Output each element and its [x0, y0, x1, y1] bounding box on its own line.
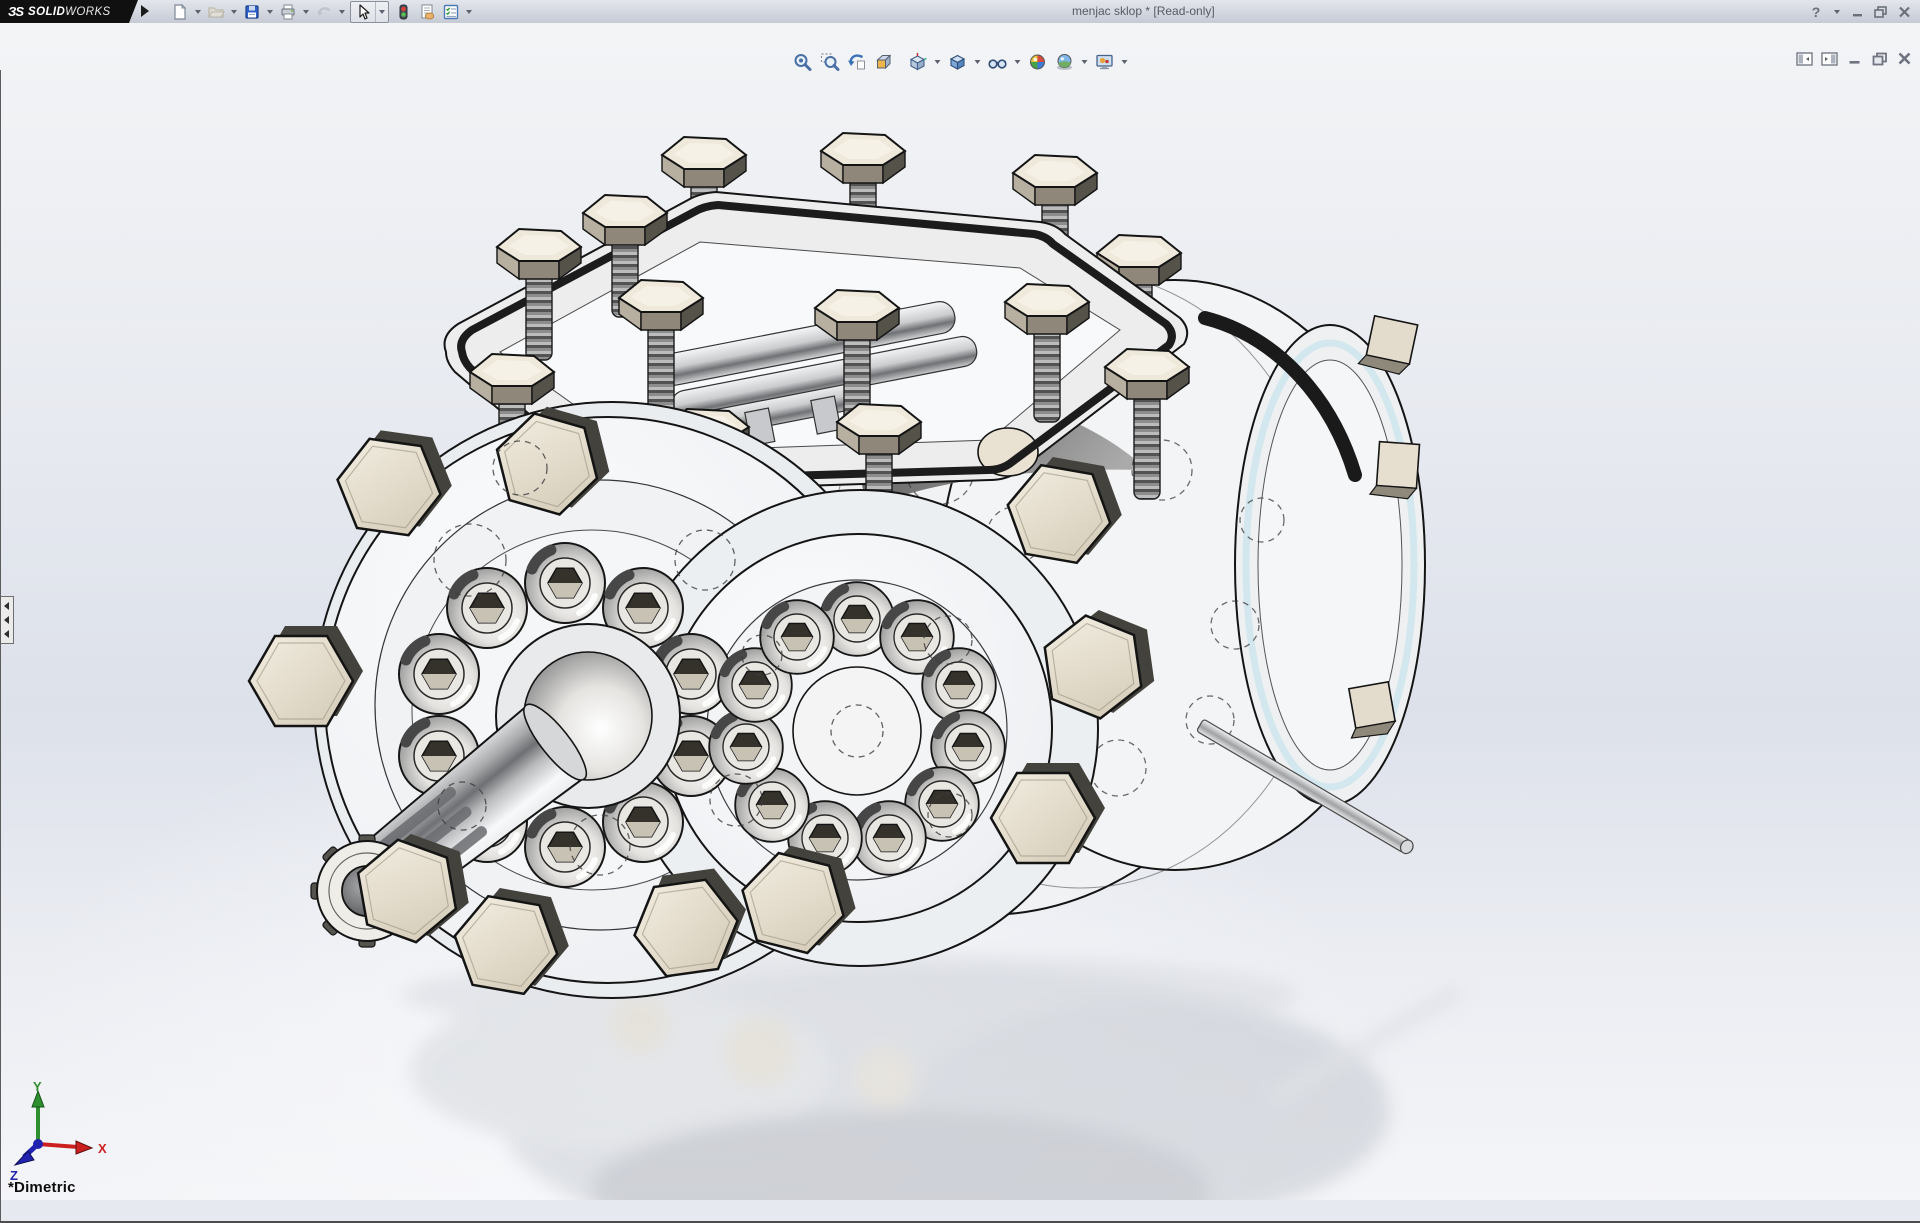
- view-orientation-dropdown[interactable]: [932, 52, 944, 72]
- eyeglasses-icon: [988, 52, 1008, 72]
- restore-document-button[interactable]: [1870, 50, 1889, 67]
- right-pane-icon: [1821, 52, 1838, 66]
- solidworks-logo-mark: ЗS: [8, 4, 23, 19]
- print-icon: [279, 3, 297, 21]
- document-window-controls: [1795, 50, 1914, 67]
- appearance-ball-icon: [1028, 52, 1048, 72]
- gearbox-assembly-model[interactable]: [0, 23, 1920, 1200]
- open-document-button[interactable]: [204, 2, 228, 22]
- restore-window-button[interactable]: [1873, 3, 1889, 21]
- save-floppy-icon: [243, 3, 261, 21]
- options-button[interactable]: [439, 2, 463, 22]
- apply-scene-button[interactable]: [1052, 51, 1078, 73]
- viewport-left-border: [0, 70, 1, 1223]
- previous-view-icon: [847, 52, 867, 72]
- title-bar: ЗS SOLID WORKS: [0, 0, 1920, 24]
- save-dropdown[interactable]: [264, 2, 276, 22]
- view-orientation-button[interactable]: [905, 51, 931, 73]
- section-view-icon: [874, 52, 894, 72]
- new-document-dropdown[interactable]: [192, 2, 204, 22]
- select-cursor-icon: [354, 3, 372, 21]
- section-view-button[interactable]: [871, 51, 897, 73]
- close-icon: [1898, 6, 1911, 18]
- open-folder-icon: [207, 3, 225, 21]
- hide-show-items-dropdown[interactable]: [1012, 52, 1024, 72]
- select-tool-button[interactable]: [351, 2, 376, 22]
- collapse-arrow-icon: [4, 602, 9, 610]
- select-tool-dropdown[interactable]: [376, 2, 388, 22]
- display-style-icon: [948, 52, 968, 72]
- solidworks-logo-text-bold: SOLID: [28, 6, 65, 18]
- collapse-arrow-icon: [4, 616, 9, 624]
- undo-dropdown[interactable]: [336, 2, 348, 22]
- minimize-document-button[interactable]: [1845, 50, 1864, 67]
- apply-scene-icon: [1055, 52, 1075, 72]
- rebuild-traffic-light-icon: [394, 3, 412, 21]
- triad-x-label: X: [98, 1141, 107, 1156]
- open-document-dropdown[interactable]: [228, 2, 240, 22]
- restore-icon: [1874, 6, 1888, 18]
- solidworks-logo: ЗS SOLID WORKS: [0, 0, 138, 23]
- close-document-button[interactable]: [1895, 50, 1914, 67]
- undo-icon: [315, 3, 333, 21]
- new-document-icon: [171, 3, 189, 21]
- solidworks-logo-text-light: WORKS: [65, 6, 110, 18]
- print-dropdown[interactable]: [300, 2, 312, 22]
- new-document-button[interactable]: [168, 2, 192, 22]
- minimize-document-icon: [1848, 52, 1862, 65]
- window-controls: ?: [1808, 0, 1912, 23]
- view-settings-button[interactable]: [1092, 51, 1118, 73]
- toggle-left-pane-button[interactable]: [1795, 50, 1814, 67]
- options-dropdown[interactable]: [463, 2, 475, 22]
- minimize-icon: [1852, 6, 1865, 18]
- zoom-to-fit-icon: [793, 52, 813, 72]
- hide-show-items-button[interactable]: [985, 51, 1011, 73]
- reference-triad: Y X Z: [6, 1081, 126, 1186]
- file-properties-button[interactable]: [415, 2, 439, 22]
- menu-flyout-arrow-icon[interactable]: [141, 5, 149, 17]
- display-style-button[interactable]: [945, 51, 971, 73]
- select-tool-group: [350, 1, 389, 23]
- window-title: menjac sklop * [Read-only]: [1072, 0, 1215, 23]
- view-orientation-icon: [908, 52, 928, 72]
- options-list-icon: [442, 3, 460, 21]
- minimize-window-button[interactable]: [1850, 3, 1866, 21]
- zoom-to-area-icon: [820, 52, 840, 72]
- view-settings-icon: [1095, 52, 1115, 72]
- left-pane-icon: [1796, 52, 1813, 66]
- toggle-right-pane-button[interactable]: [1820, 50, 1839, 67]
- triad-y-label: Y: [33, 1081, 42, 1094]
- print-button[interactable]: [276, 2, 300, 22]
- view-orientation-label: *Dimetric: [8, 1179, 76, 1196]
- apply-scene-dropdown[interactable]: [1079, 52, 1091, 72]
- heads-up-view-toolbar: [786, 50, 1135, 74]
- close-window-button[interactable]: [1896, 3, 1912, 21]
- previous-view-button[interactable]: [844, 51, 870, 73]
- undo-button[interactable]: [312, 2, 336, 22]
- edit-appearance-button[interactable]: [1025, 51, 1051, 73]
- collapse-arrow-icon: [4, 630, 9, 638]
- featuremanager-collapsed-tab[interactable]: [0, 596, 14, 644]
- zoom-to-area-button[interactable]: [817, 51, 843, 73]
- display-style-dropdown[interactable]: [972, 52, 984, 72]
- help-dropdown[interactable]: [1831, 2, 1843, 22]
- close-document-icon: [1897, 52, 1912, 65]
- restore-document-icon: [1872, 52, 1888, 66]
- file-properties-icon: [418, 3, 436, 21]
- view-settings-dropdown[interactable]: [1119, 52, 1131, 72]
- save-button[interactable]: [240, 2, 264, 22]
- zoom-to-fit-button[interactable]: [790, 51, 816, 73]
- rebuild-button[interactable]: [391, 2, 415, 22]
- quick-access-toolbar: [168, 1, 475, 22]
- graphics-area[interactable]: Y X Z *Dimetric: [0, 23, 1920, 1200]
- help-button[interactable]: ?: [1808, 3, 1824, 21]
